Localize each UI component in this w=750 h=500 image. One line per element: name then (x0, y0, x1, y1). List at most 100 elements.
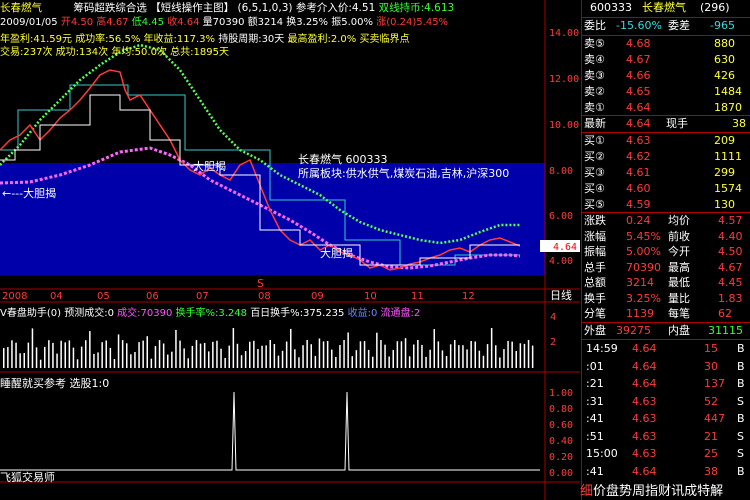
tick-direction: B (737, 412, 745, 425)
trade-tick-row[interactable]: 15:00 4.63 25 S (582, 446, 750, 462)
volume-bar (44, 346, 46, 368)
tick-time: :51 (586, 429, 604, 443)
price-tick: 4.00 (549, 256, 573, 267)
sell-level-row[interactable]: 卖② 4.65 1484 (582, 84, 750, 100)
sell-level-row[interactable]: 卖⑤ 4.68 880 (582, 36, 750, 52)
signal-tick: 0.20 (549, 452, 573, 463)
tick-volume: 30 (704, 359, 718, 373)
volume-bar (462, 345, 464, 368)
volume-bar (310, 344, 312, 368)
volume-bar (298, 357, 300, 368)
tick-price: 4.63 (632, 412, 657, 425)
buy-level-row[interactable]: 买③ 4.61 299 (582, 165, 750, 181)
kline-chart[interactable]: 14.00 12.00 10.00 8.00 6.00 4.00 4.64 20… (0, 0, 580, 500)
volume-bar (347, 332, 349, 368)
trade-tick-row[interactable]: :51 4.63 21 S (582, 429, 750, 445)
buy-label: 买④ (584, 182, 605, 195)
dadan-tag-left: ←---大胆揭 (2, 186, 56, 200)
volume-bar (179, 340, 181, 368)
stat-row[interactable]: 涨跌 0.24 均价 4.57 (582, 213, 750, 229)
quote-tab[interactable]: 解 (710, 484, 723, 499)
quote-tab[interactable]: 财 (658, 484, 671, 499)
stat-row[interactable]: 分笔 1139 每笔 62 (582, 306, 750, 322)
volume-bar (396, 341, 399, 368)
tick-volume: 21 (704, 429, 718, 443)
quote-tab[interactable]: 盘 (606, 484, 619, 499)
trade-tick-row[interactable]: :01 4.64 30 B (582, 359, 750, 375)
buy-price: 4.61 (626, 166, 651, 179)
quote-tab[interactable]: 价 (593, 484, 606, 499)
watermark: 飞狐交易师 (0, 471, 55, 484)
volume-bar (322, 341, 325, 368)
volume-bar (335, 357, 337, 368)
volume-bar (433, 329, 435, 368)
stat-label: 涨跌 (584, 214, 606, 227)
volume-bar (466, 349, 468, 368)
stat-row[interactable]: 换手 3.25% 量比 1.83 (582, 291, 750, 307)
volume-bar (93, 353, 95, 368)
buy-volume: 299 (714, 166, 735, 179)
quote-tab[interactable]: 周 (632, 484, 645, 499)
tick-time: 14:59 (586, 342, 618, 355)
sell-price: 4.66 (626, 69, 651, 82)
tick-volume: 447 (704, 412, 725, 425)
quote-tab[interactable]: 细 (580, 484, 593, 499)
quote-tab[interactable]: 成 (684, 484, 697, 499)
volume-panel-title: V春盘助手(0) (0, 308, 62, 319)
buy-level-row[interactable]: 买④ 4.60 1574 (582, 181, 750, 197)
sell-level-row[interactable]: 卖③ 4.66 426 (582, 68, 750, 84)
signal-tick: 0.40 (549, 436, 573, 447)
buy-level-row[interactable]: 买② 4.62 1111 (582, 149, 750, 165)
volume-bar (220, 348, 222, 368)
buy-level-row[interactable]: 买① 4.63 209 (582, 133, 750, 149)
quote-tab[interactable]: 势 (619, 484, 632, 499)
quote-tab[interactable]: 讯 (671, 484, 684, 499)
volume-bar (7, 347, 9, 368)
sell-price: 4.64 (626, 101, 651, 114)
tick-volume: 52 (704, 394, 718, 408)
stat-row[interactable]: 涨幅 5.45% 前收 4.40 (582, 229, 750, 245)
sell-level-row[interactable]: 卖④ 4.67 630 (582, 52, 750, 68)
time-tick: 10 (364, 291, 377, 302)
volume-bar (52, 342, 54, 368)
volume-bar (48, 340, 50, 368)
trade-tick-row[interactable]: :41 4.63 447 B (582, 411, 750, 427)
trade-tick-row[interactable]: :31 4.63 52 S (582, 394, 750, 410)
sell-price: 4.68 (626, 37, 651, 50)
volume-bar (367, 349, 370, 368)
stat-label: 换手 (584, 291, 606, 305)
stat-label: 每笔 (668, 307, 690, 320)
volume-bar (19, 353, 21, 368)
volume-bar (413, 344, 415, 368)
buy-label: 买② (584, 150, 605, 163)
trade-tick-row[interactable]: 14:59 4.64 15 B (582, 341, 750, 357)
stat-row[interactable]: 总额 3214 最低 4.45 (582, 275, 750, 291)
volume-bar (261, 345, 263, 368)
stat-value: 5.00% (626, 245, 661, 258)
volume-bar (392, 349, 394, 368)
volume-bar (162, 343, 165, 368)
trade-tick-row[interactable]: :21 4.64 137 B (582, 376, 750, 392)
quote-count: (296) (700, 1, 730, 14)
time-tick: 2008 (2, 291, 27, 302)
trade-tick-row[interactable]: :41 4.64 38 B (582, 464, 750, 480)
signal-line (0, 391, 540, 471)
volume-bar (400, 341, 403, 368)
volume-bar (314, 355, 317, 368)
time-tick: 12 (462, 291, 475, 302)
quote-tab[interactable]: 指 (645, 484, 658, 499)
buy-level-row[interactable]: 买⑤ 4.59 130 (582, 197, 750, 213)
stat-value: 3214 (626, 276, 654, 289)
stat-row[interactable]: 振幅 5.00% 今开 4.50 (582, 244, 750, 260)
quote-tab[interactable]: 特 (697, 484, 710, 499)
volume-bar (15, 342, 17, 368)
stat-row[interactable]: 总手 70390 最高 4.67 (582, 260, 750, 276)
volume-bar (495, 345, 497, 368)
volume-bar (171, 351, 173, 368)
tick-direction: B (737, 464, 745, 478)
sell-level-row[interactable]: 卖① 4.64 1870 (582, 100, 750, 116)
tick-price: 4.63 (632, 429, 657, 443)
stat-value: 62 (718, 307, 732, 320)
volume-bar (519, 343, 522, 368)
time-tick: 07 (196, 291, 209, 302)
